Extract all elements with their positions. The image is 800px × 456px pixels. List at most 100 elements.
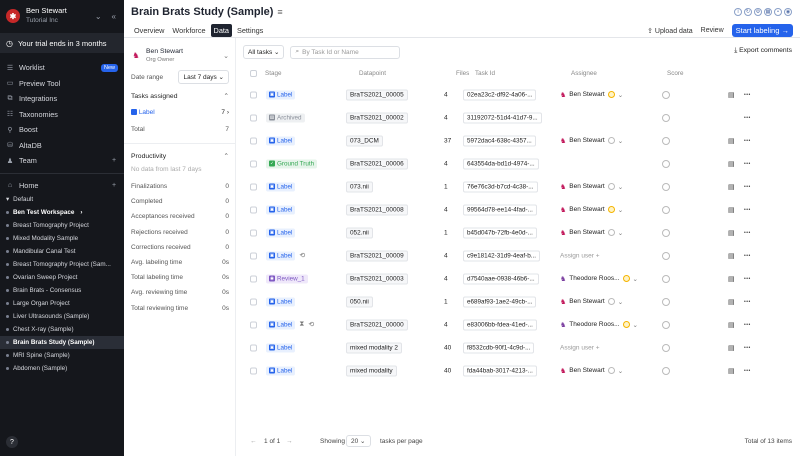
- trial-banner[interactable]: ◷ Your trial ends in 3 months: [0, 33, 124, 53]
- table-row[interactable]: ▣ Label 073.nii 1 76e76c3d-b7cd-4c38-... ♞ Ben…: [236, 175, 800, 198]
- col-task-id[interactable]: Task Id: [475, 70, 495, 77]
- task-id-chip[interactable]: fda44bab-3017-4213-...: [463, 365, 537, 376]
- assign-user-button[interactable]: Assign user +: [560, 344, 600, 351]
- more-options-icon[interactable]: •••: [744, 138, 751, 144]
- assignee-cell[interactable]: ♞ Ben Stewart ⌄: [560, 229, 623, 237]
- chevron-down-icon[interactable]: ⌄: [618, 229, 623, 237]
- tab-settings[interactable]: Settings: [234, 24, 266, 37]
- settings-icon[interactable]: ⚙: [754, 8, 762, 16]
- row-checkbox[interactable]: [250, 206, 257, 213]
- table-row[interactable]: ▣ Label ⧗ ⟲ BraTS2021_00000 4 e83006bb-fdea-41…: [236, 313, 800, 336]
- search-input[interactable]: [302, 48, 396, 56]
- calendar-icon[interactable]: ▤: [728, 160, 735, 168]
- col-stage[interactable]: Stage: [265, 70, 281, 77]
- datapoint-chip[interactable]: BraTS2021_00000: [346, 319, 408, 330]
- calendar-icon[interactable]: ▤: [728, 206, 735, 214]
- more-options-icon[interactable]: •••: [744, 115, 751, 121]
- task-id-chip[interactable]: 99564d78-ee14-4fad-...: [463, 204, 537, 215]
- more-options-icon[interactable]: •••: [744, 161, 751, 167]
- collapse-sidebar-icon[interactable]: «: [110, 12, 118, 21]
- row-checkbox[interactable]: [250, 275, 257, 282]
- project-item[interactable]: Chest X-ray (Sample): [0, 323, 124, 336]
- nav-team[interactable]: ♟ Team +: [0, 153, 124, 169]
- chevron-down-icon[interactable]: ⌄: [618, 298, 623, 306]
- datapoint-chip[interactable]: BraTS2021_00005: [346, 89, 408, 100]
- chevron-down-icon[interactable]: ⌄: [93, 12, 104, 21]
- assign-user-button[interactable]: Assign user +: [560, 252, 600, 259]
- row-checkbox[interactable]: [250, 344, 257, 351]
- default-workspace-group[interactable]: ▾ Default: [0, 193, 124, 206]
- calendar-icon[interactable]: ▤: [728, 275, 735, 283]
- chevron-down-icon[interactable]: ⌄: [618, 91, 623, 99]
- start-labeling-button[interactable]: Start labeling →: [731, 24, 793, 37]
- notifications-icon[interactable]: •: [774, 8, 782, 16]
- task-id-chip[interactable]: c9e18142-31d9-4eaf-b...: [463, 250, 540, 261]
- row-checkbox[interactable]: [250, 183, 257, 190]
- profile-icon[interactable]: ◉: [784, 8, 792, 16]
- nav-taxonomies[interactable]: ☷ Taxonomies: [0, 107, 124, 123]
- review-button[interactable]: Review: [701, 27, 724, 34]
- calendar-icon[interactable]: ▤: [728, 298, 735, 306]
- add-icon[interactable]: +: [110, 157, 118, 164]
- assignee-cell[interactable]: ♞ Ben Stewart ⌄: [560, 298, 623, 306]
- calendar-icon[interactable]: ▤: [728, 229, 735, 237]
- project-item[interactable]: Ovarian Sweep Project: [0, 271, 124, 284]
- more-options-icon[interactable]: •••: [744, 345, 751, 351]
- row-checkbox[interactable]: [250, 160, 257, 167]
- project-item[interactable]: Mixed Modality Sample: [0, 232, 124, 245]
- nav-home[interactable]: ⌂ Home +: [0, 178, 124, 194]
- upload-data-button[interactable]: ⇪ Upload data: [647, 27, 693, 35]
- date-range-select[interactable]: Last 7 days ⌄: [178, 70, 229, 84]
- assignee-cell[interactable]: ♞ Ben Stewart ⌄: [560, 91, 623, 99]
- nav-worklist[interactable]: ☰ Worklist New: [0, 60, 124, 76]
- calendar-icon[interactable]: ▤: [728, 344, 735, 352]
- per-page-select[interactable]: 20 ⌄: [346, 435, 371, 447]
- nav-altadb[interactable]: ⛁ AltaDB: [0, 138, 124, 154]
- add-icon[interactable]: +: [110, 182, 118, 189]
- more-options-icon[interactable]: •••: [744, 207, 751, 213]
- chevron-down-icon[interactable]: ⌄: [633, 275, 638, 283]
- tab-data[interactable]: Data: [210, 24, 232, 37]
- chevron-down-icon[interactable]: ⌄: [618, 137, 623, 145]
- row-checkbox[interactable]: [250, 114, 257, 121]
- assignee-cell[interactable]: ♞ Ben Stewart ⌄: [560, 183, 623, 191]
- calendar-icon[interactable]: ▤: [728, 183, 735, 191]
- table-row[interactable]: ▣ Label 050.nii 1 e689af93-1ae2-49cb-... ♞ Ben…: [236, 290, 800, 313]
- project-item[interactable]: Liver Ultrasounds (Sample): [0, 310, 124, 323]
- table-row[interactable]: ✓ Ground Truth BraTS2021_00006 4 643554da-bd…: [236, 152, 800, 175]
- table-row[interactable]: ▣ Label mixed modality 40 fda44bab-3017-4213…: [236, 359, 800, 382]
- select-all-checkbox[interactable]: [250, 70, 257, 77]
- task-id-chip[interactable]: 02ea23c2-df92-4a06-...: [463, 89, 537, 100]
- project-item[interactable]: Abdomen (Sample): [0, 362, 124, 375]
- assignee-cell[interactable]: ♞ Theodore Roos... ⌄: [560, 275, 638, 283]
- row-checkbox[interactable]: [250, 137, 257, 144]
- assignee-cell[interactable]: ♞ Ben Stewart ⌄: [560, 137, 623, 145]
- col-files[interactable]: Files: [456, 70, 469, 77]
- nav-boost[interactable]: ⚲ Boost: [0, 122, 124, 138]
- more-options-icon[interactable]: •••: [744, 276, 751, 282]
- task-id-chip[interactable]: 643554da-bd1d-4974-...: [463, 158, 539, 169]
- table-row[interactable]: ▣ Label 052.nii 1 b45d047b-72fb-4e0d-... ♞ Ben…: [236, 221, 800, 244]
- table-row[interactable]: ▣ Label 073_DCM 37 5972dac4-638c-4357... ♞ Ben…: [236, 129, 800, 152]
- more-options-icon[interactable]: •••: [744, 184, 751, 190]
- datapoint-chip[interactable]: BraTS2021_00002: [346, 112, 408, 123]
- org-switcher[interactable]: ✱ Ben Stewart Tutorial Inc ⌄ «: [0, 0, 124, 32]
- table-row[interactable]: ▣ Label ⟲ BraTS2021_00009 4 c9e18142-31d9-4ea…: [236, 244, 800, 267]
- table-row[interactable]: ▣ Label BraTS2021_00005 4 02ea23c2-df92-4a06…: [236, 83, 800, 106]
- project-item[interactable]: Brain Brats Study (Sample): [0, 336, 124, 349]
- chevron-down-icon[interactable]: ⌄: [618, 183, 623, 191]
- datapoint-chip[interactable]: BraTS2021_00009: [346, 250, 408, 261]
- col-assignee[interactable]: Assignee: [571, 70, 597, 77]
- task-id-chip[interactable]: 76e76c3d-b7cd-4c38-...: [463, 181, 538, 192]
- col-score[interactable]: Score: [667, 70, 683, 77]
- col-datapoint[interactable]: Datapoint: [359, 70, 386, 77]
- task-id-chip[interactable]: b45d047b-72fb-4e0d-...: [463, 227, 537, 238]
- calendar-icon[interactable]: ▤: [728, 91, 735, 99]
- assignee-cell[interactable]: ♞ Ben Stewart ⌄: [560, 206, 623, 214]
- table-row[interactable]: ◉ Review_1 BraTS2021_00003 4 d7540aae-0938-4…: [236, 267, 800, 290]
- datapoint-chip[interactable]: 073.nii: [346, 181, 373, 192]
- table-row[interactable]: ▣ Label mixed modality 2 40 f8532cdb-90f1-4c…: [236, 336, 800, 359]
- grid-icon[interactable]: ▦: [764, 8, 772, 16]
- datapoint-chip[interactable]: mixed modality 2: [346, 342, 402, 353]
- project-item[interactable]: Large Organ Project: [0, 297, 124, 310]
